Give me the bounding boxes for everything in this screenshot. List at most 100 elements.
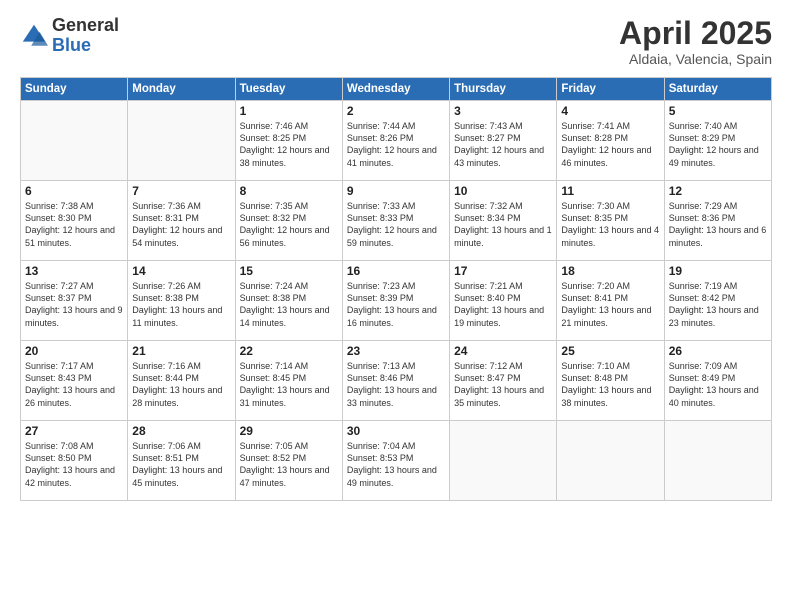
day-number: 13 xyxy=(25,264,123,278)
day-info: Sunrise: 7:26 AM Sunset: 8:38 PM Dayligh… xyxy=(132,280,230,329)
table-row: 14 Sunrise: 7:26 AM Sunset: 8:38 PM Dayli… xyxy=(128,261,235,341)
table-row: 18 Sunrise: 7:20 AM Sunset: 8:41 PM Dayli… xyxy=(557,261,664,341)
day-number: 26 xyxy=(669,344,767,358)
day-info: Sunrise: 7:46 AM Sunset: 8:25 PM Dayligh… xyxy=(240,120,338,169)
day-number: 29 xyxy=(240,424,338,438)
table-row: 9Sunrise: 7:33 AM Sunset: 8:33 PM Daylig… xyxy=(342,181,449,261)
day-number: 28 xyxy=(132,424,230,438)
day-info: Sunrise: 7:41 AM Sunset: 8:28 PM Dayligh… xyxy=(561,120,659,169)
table-row: 1 Sunrise: 7:46 AM Sunset: 8:25 PM Daylig… xyxy=(235,101,342,181)
table-row: 15Sunrise: 7:24 AM Sunset: 8:38 PM Dayli… xyxy=(235,261,342,341)
table-row: 4Sunrise: 7:41 AM Sunset: 8:28 PM Daylig… xyxy=(557,101,664,181)
day-info: Sunrise: 7:08 AM Sunset: 8:50 PM Dayligh… xyxy=(25,440,123,489)
day-info: Sunrise: 7:16 AM Sunset: 8:44 PM Dayligh… xyxy=(132,360,230,409)
table-row: 26 Sunrise: 7:09 AM Sunset: 8:49 PM Dayli… xyxy=(664,341,771,421)
calendar-week-row: 20 Sunrise: 7:17 AM Sunset: 8:43 PM Dayli… xyxy=(21,341,772,421)
table-row: 17 Sunrise: 7:21 AM Sunset: 8:40 PM Dayli… xyxy=(450,261,557,341)
col-monday: Monday xyxy=(128,78,235,101)
day-info: Sunrise: 7:32 AM Sunset: 8:34 PM Dayligh… xyxy=(454,200,552,249)
day-number: 7 xyxy=(132,184,230,198)
table-row: 30Sunrise: 7:04 AM Sunset: 8:53 PM Dayli… xyxy=(342,421,449,501)
day-info: Sunrise: 7:13 AM Sunset: 8:46 PM Dayligh… xyxy=(347,360,445,409)
day-number: 6 xyxy=(25,184,123,198)
col-saturday: Saturday xyxy=(664,78,771,101)
day-info: Sunrise: 7:43 AM Sunset: 8:27 PM Dayligh… xyxy=(454,120,552,169)
table-row: 22 Sunrise: 7:14 AM Sunset: 8:45 PM Dayli… xyxy=(235,341,342,421)
day-info: Sunrise: 7:23 AM Sunset: 8:39 PM Dayligh… xyxy=(347,280,445,329)
day-info: Sunrise: 7:21 AM Sunset: 8:40 PM Dayligh… xyxy=(454,280,552,329)
header: General Blue April 2025 Aldaia, Valencia… xyxy=(20,16,772,67)
calendar-subtitle: Aldaia, Valencia, Spain xyxy=(619,51,772,67)
day-number: 5 xyxy=(669,104,767,118)
table-row: 21Sunrise: 7:16 AM Sunset: 8:44 PM Dayli… xyxy=(128,341,235,421)
day-number: 20 xyxy=(25,344,123,358)
day-info: Sunrise: 7:20 AM Sunset: 8:41 PM Dayligh… xyxy=(561,280,659,329)
table-row xyxy=(450,421,557,501)
day-info: Sunrise: 7:35 AM Sunset: 8:32 PM Dayligh… xyxy=(240,200,338,249)
table-row: 3Sunrise: 7:43 AM Sunset: 8:27 PM Daylig… xyxy=(450,101,557,181)
day-info: Sunrise: 7:17 AM Sunset: 8:43 PM Dayligh… xyxy=(25,360,123,409)
day-number: 16 xyxy=(347,264,445,278)
table-row: 24 Sunrise: 7:12 AM Sunset: 8:47 PM Dayli… xyxy=(450,341,557,421)
table-row xyxy=(21,101,128,181)
day-number: 2 xyxy=(347,104,445,118)
day-info: Sunrise: 7:04 AM Sunset: 8:53 PM Dayligh… xyxy=(347,440,445,489)
col-thursday: Thursday xyxy=(450,78,557,101)
logo-general: General xyxy=(52,16,119,36)
day-number: 22 xyxy=(240,344,338,358)
day-number: 11 xyxy=(561,184,659,198)
day-number: 15 xyxy=(240,264,338,278)
calendar-header-row: Sunday Monday Tuesday Wednesday Thursday… xyxy=(21,78,772,101)
table-row: 20 Sunrise: 7:17 AM Sunset: 8:43 PM Dayli… xyxy=(21,341,128,421)
day-number: 25 xyxy=(561,344,659,358)
day-info: Sunrise: 7:14 AM Sunset: 8:45 PM Dayligh… xyxy=(240,360,338,409)
calendar-week-row: 13 Sunrise: 7:27 AM Sunset: 8:37 PM Dayli… xyxy=(21,261,772,341)
table-row: 23 Sunrise: 7:13 AM Sunset: 8:46 PM Dayli… xyxy=(342,341,449,421)
day-info: Sunrise: 7:27 AM Sunset: 8:37 PM Dayligh… xyxy=(25,280,123,329)
table-row: 16 Sunrise: 7:23 AM Sunset: 8:39 PM Dayli… xyxy=(342,261,449,341)
day-info: Sunrise: 7:33 AM Sunset: 8:33 PM Dayligh… xyxy=(347,200,445,249)
col-sunday: Sunday xyxy=(21,78,128,101)
table-row: 7 Sunrise: 7:36 AM Sunset: 8:31 PM Daylig… xyxy=(128,181,235,261)
day-number: 17 xyxy=(454,264,552,278)
day-number: 14 xyxy=(132,264,230,278)
table-row: 2Sunrise: 7:44 AM Sunset: 8:26 PM Daylig… xyxy=(342,101,449,181)
day-info: Sunrise: 7:19 AM Sunset: 8:42 PM Dayligh… xyxy=(669,280,767,329)
day-info: Sunrise: 7:36 AM Sunset: 8:31 PM Dayligh… xyxy=(132,200,230,249)
day-number: 8 xyxy=(240,184,338,198)
day-number: 23 xyxy=(347,344,445,358)
day-info: Sunrise: 7:09 AM Sunset: 8:49 PM Dayligh… xyxy=(669,360,767,409)
day-info: Sunrise: 7:30 AM Sunset: 8:35 PM Dayligh… xyxy=(561,200,659,249)
calendar-week-row: 27Sunrise: 7:08 AM Sunset: 8:50 PM Dayli… xyxy=(21,421,772,501)
col-tuesday: Tuesday xyxy=(235,78,342,101)
calendar-title: April 2025 xyxy=(619,16,772,51)
col-friday: Friday xyxy=(557,78,664,101)
day-info: Sunrise: 7:06 AM Sunset: 8:51 PM Dayligh… xyxy=(132,440,230,489)
day-number: 24 xyxy=(454,344,552,358)
calendar-table: Sunday Monday Tuesday Wednesday Thursday… xyxy=(20,77,772,501)
day-info: Sunrise: 7:29 AM Sunset: 8:36 PM Dayligh… xyxy=(669,200,767,249)
logo-icon xyxy=(20,22,48,50)
table-row: 10 Sunrise: 7:32 AM Sunset: 8:34 PM Dayli… xyxy=(450,181,557,261)
day-number: 10 xyxy=(454,184,552,198)
logo-blue: Blue xyxy=(52,36,119,56)
day-number: 1 xyxy=(240,104,338,118)
day-number: 12 xyxy=(669,184,767,198)
day-info: Sunrise: 7:05 AM Sunset: 8:52 PM Dayligh… xyxy=(240,440,338,489)
table-row xyxy=(128,101,235,181)
logo-text: General Blue xyxy=(52,16,119,56)
table-row: 6Sunrise: 7:38 AM Sunset: 8:30 PM Daylig… xyxy=(21,181,128,261)
table-row: 27Sunrise: 7:08 AM Sunset: 8:50 PM Dayli… xyxy=(21,421,128,501)
day-number: 18 xyxy=(561,264,659,278)
day-number: 19 xyxy=(669,264,767,278)
table-row: 29 Sunrise: 7:05 AM Sunset: 8:52 PM Dayli… xyxy=(235,421,342,501)
page: General Blue April 2025 Aldaia, Valencia… xyxy=(0,0,792,612)
logo: General Blue xyxy=(20,16,119,56)
table-row: 13 Sunrise: 7:27 AM Sunset: 8:37 PM Dayli… xyxy=(21,261,128,341)
day-info: Sunrise: 7:10 AM Sunset: 8:48 PM Dayligh… xyxy=(561,360,659,409)
title-block: April 2025 Aldaia, Valencia, Spain xyxy=(619,16,772,67)
col-wednesday: Wednesday xyxy=(342,78,449,101)
table-row: 19 Sunrise: 7:19 AM Sunset: 8:42 PM Dayli… xyxy=(664,261,771,341)
day-info: Sunrise: 7:12 AM Sunset: 8:47 PM Dayligh… xyxy=(454,360,552,409)
calendar-week-row: 1 Sunrise: 7:46 AM Sunset: 8:25 PM Daylig… xyxy=(21,101,772,181)
